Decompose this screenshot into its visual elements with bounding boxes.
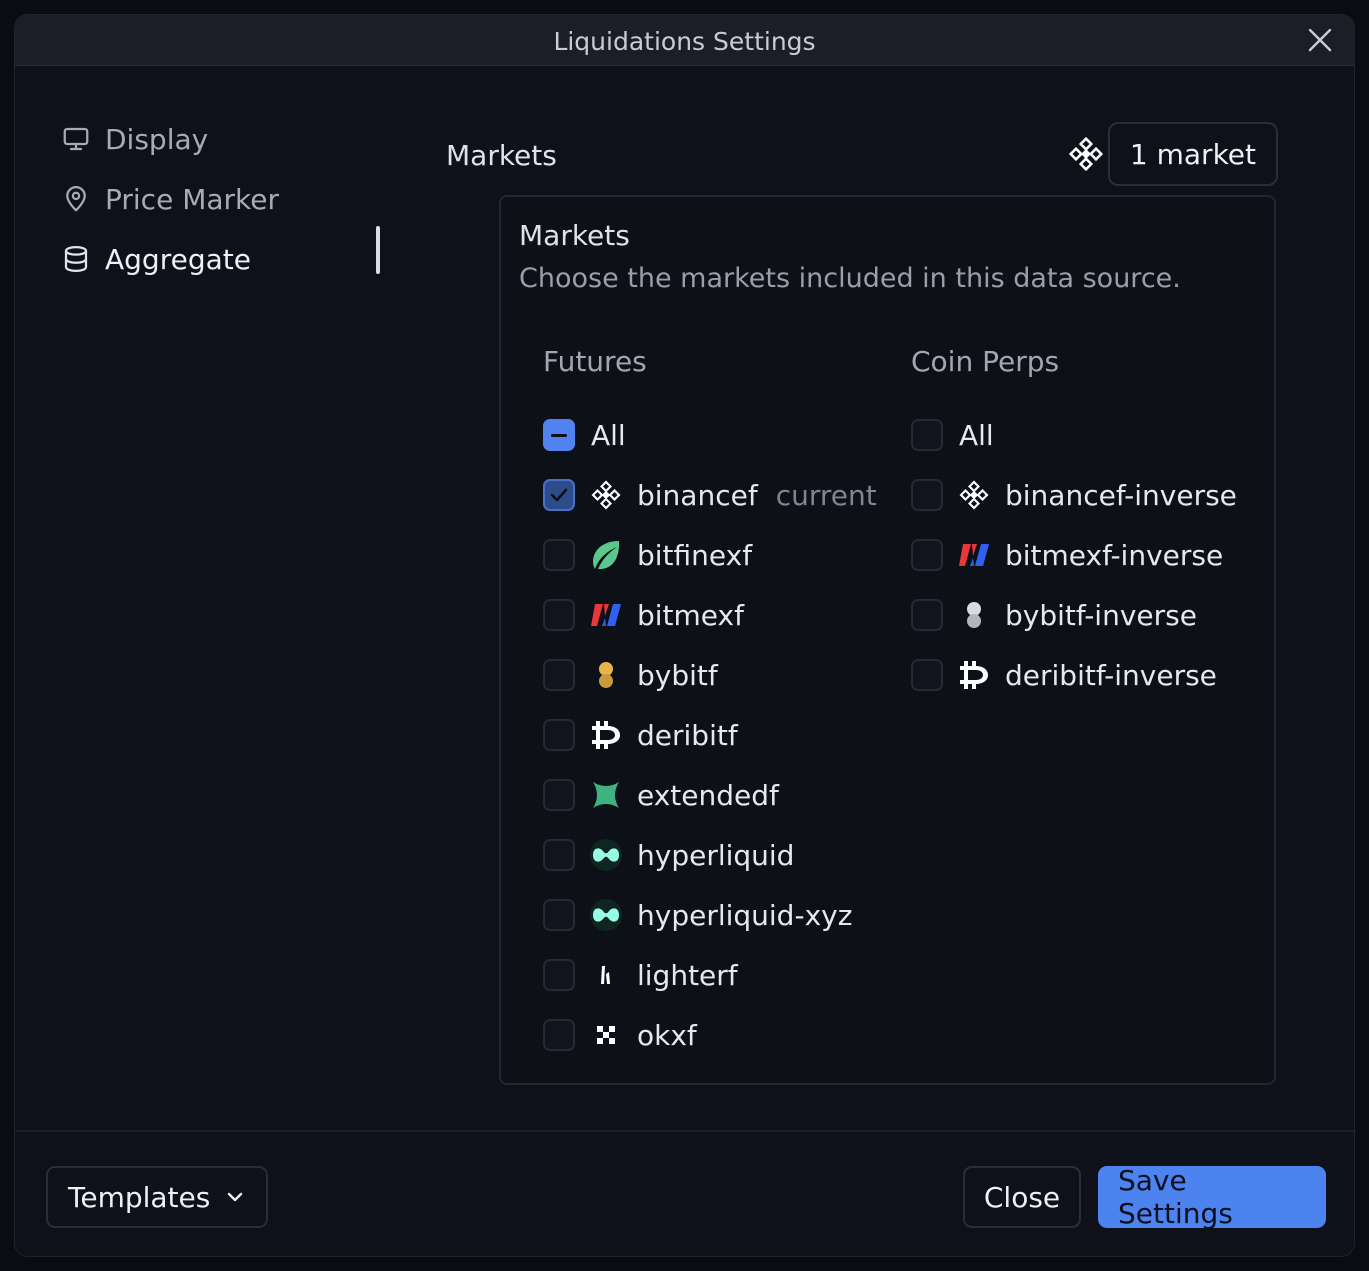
binance-icon: [957, 478, 991, 512]
futures-column: Futures All binancef current bitfinexf b…: [543, 345, 877, 1065]
hyperliquid-icon: [589, 838, 623, 872]
hyperliquid-icon: [589, 898, 623, 932]
chevron-down-icon: [227, 1192, 243, 1202]
market-checkbox[interactable]: [911, 599, 943, 631]
futures-all-checkbox[interactable]: [543, 419, 575, 451]
market-checkbox[interactable]: [543, 959, 575, 991]
sidebar-item-label: Price Marker: [105, 182, 279, 216]
market-name: bybitf: [637, 658, 718, 692]
market-row-bitmexf-inverse[interactable]: bitmexf-inverse: [911, 525, 1237, 585]
extended-icon: [589, 778, 623, 812]
market-checkbox[interactable]: [911, 479, 943, 511]
sidebar-item-price-marker[interactable]: Price Marker: [61, 169, 381, 229]
bybit-icon: [589, 658, 623, 692]
active-nav-indicator: [376, 226, 380, 274]
market-name: bybitf-inverse: [1005, 598, 1197, 632]
market-name: okxf: [637, 1018, 697, 1052]
deribit-icon: [589, 718, 623, 752]
sidebar-item-label: Aggregate: [105, 242, 251, 276]
coin-perps-heading: Coin Perps: [911, 345, 1060, 378]
futures-all-row[interactable]: All: [543, 405, 877, 465]
bitmex-icon: [589, 598, 623, 632]
market-checkbox[interactable]: [543, 779, 575, 811]
settings-sidebar: Display Price Marker Aggregate: [61, 109, 381, 289]
market-name: deribitf-inverse: [1005, 658, 1217, 692]
sidebar-item-label: Display: [105, 122, 209, 156]
markets-panel-description: Choose the markets included in this data…: [519, 263, 1181, 294]
markets-panel: Markets Choose the markets included in t…: [499, 195, 1276, 1085]
monitor-icon: [63, 127, 89, 151]
market-checkbox[interactable]: [543, 899, 575, 931]
market-checkbox[interactable]: [543, 1019, 575, 1051]
market-checkbox[interactable]: [543, 479, 575, 511]
market-checkbox[interactable]: [543, 839, 575, 871]
binance-icon: [589, 478, 623, 512]
settings-dialog: Liquidations Settings Display Price Mark…: [14, 14, 1355, 1257]
templates-dropdown[interactable]: Templates: [46, 1166, 268, 1228]
markets-panel-title: Markets: [519, 219, 630, 252]
market-count-button[interactable]: 1 market: [1107, 122, 1278, 186]
close-button[interactable]: Close: [963, 1166, 1081, 1228]
market-name: binancef-inverse: [1005, 478, 1237, 512]
sidebar-item-display[interactable]: Display: [61, 109, 381, 169]
map-pin-icon: [66, 186, 86, 212]
deribit-icon: [957, 658, 991, 692]
lighter-icon: [589, 958, 623, 992]
save-settings-button[interactable]: Save Settings: [1098, 1164, 1326, 1230]
coin-perps-all-row[interactable]: All: [911, 405, 1237, 465]
futures-all-label: All: [591, 418, 626, 452]
market-row-hyperliquid-xyz[interactable]: hyperliquid-xyz: [543, 885, 877, 945]
market-row-deribitf-inverse[interactable]: deribitf-inverse: [911, 645, 1237, 705]
binance-icon: [1068, 136, 1104, 172]
coin-perps-all-checkbox[interactable]: [911, 419, 943, 451]
market-checkbox[interactable]: [543, 599, 575, 631]
market-checkbox[interactable]: [543, 719, 575, 751]
coin-perps-column: Coin Perps All binancef-inverse bitmexf-…: [911, 345, 1237, 705]
bitmex-icon: [957, 538, 991, 572]
market-name: bitfinexf: [637, 538, 753, 572]
market-name: bitmexf-inverse: [1005, 538, 1224, 572]
market-row-bitfinexf[interactable]: bitfinexf: [543, 525, 877, 585]
market-row-bybitf[interactable]: bybitf: [543, 645, 877, 705]
market-row-lighterf[interactable]: lighterf: [543, 945, 877, 1005]
market-checkbox[interactable]: [911, 659, 943, 691]
check-icon: [550, 488, 568, 502]
current-market-note: current: [775, 478, 877, 512]
market-row-bybitf-inverse[interactable]: bybitf-inverse: [911, 585, 1237, 645]
close-icon[interactable]: [1306, 26, 1334, 54]
market-checkbox[interactable]: [543, 659, 575, 691]
coin-perps-all-label: All: [959, 418, 994, 452]
market-row-binancef[interactable]: binancef current: [543, 465, 877, 525]
market-checkbox[interactable]: [543, 539, 575, 571]
market-name: deribitf: [637, 718, 738, 752]
markets-header: Markets 1 market: [446, 122, 1278, 186]
markets-label: Markets: [446, 139, 557, 172]
market-row-hyperliquid[interactable]: hyperliquid: [543, 825, 877, 885]
market-name: hyperliquid-xyz: [637, 898, 853, 932]
market-row-okxf[interactable]: okxf: [543, 1005, 877, 1065]
templates-label: Templates: [68, 1180, 211, 1214]
market-row-deribitf[interactable]: deribitf: [543, 705, 877, 765]
futures-heading: Futures: [543, 345, 647, 378]
market-row-extendedf[interactable]: extendedf: [543, 765, 877, 825]
sidebar-item-aggregate[interactable]: Aggregate: [61, 229, 381, 289]
dialog-titlebar: Liquidations Settings: [15, 15, 1354, 66]
bybit-icon: [957, 598, 991, 632]
market-name: lighterf: [637, 958, 738, 992]
market-name: binancef: [637, 478, 758, 512]
market-row-bitmexf[interactable]: bitmexf: [543, 585, 877, 645]
market-name: extendedf: [637, 778, 779, 812]
market-name: bitmexf: [637, 598, 744, 632]
dialog-title: Liquidations Settings: [553, 27, 816, 56]
dialog-footer: Templates Close Save Settings: [15, 1130, 1354, 1256]
market-name: hyperliquid: [637, 838, 795, 872]
database-icon: [64, 246, 88, 272]
okx-icon: [589, 1018, 623, 1052]
market-row-binancef-inverse[interactable]: binancef-inverse: [911, 465, 1237, 525]
bitfinex-icon: [589, 538, 623, 572]
market-checkbox[interactable]: [911, 539, 943, 571]
